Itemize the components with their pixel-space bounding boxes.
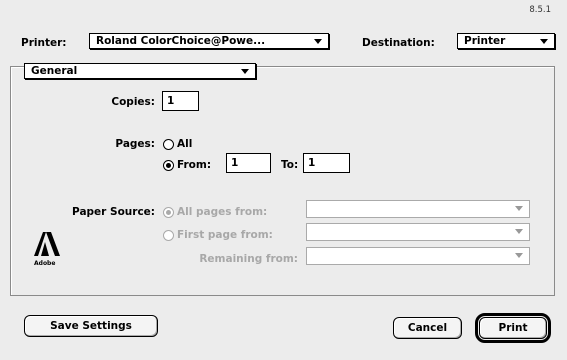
chevron-down-icon bbox=[515, 206, 523, 211]
pages-to-label: To: bbox=[281, 159, 299, 171]
all-pages-popup[interactable] bbox=[306, 200, 530, 218]
chevron-down-icon bbox=[314, 39, 322, 44]
printer-popup-value: Roland ColorChoice@Powe... bbox=[96, 35, 266, 47]
pages-from-field[interactable]: 1 bbox=[226, 153, 271, 173]
pages-all-label: All bbox=[177, 138, 193, 150]
adobe-logo-icon bbox=[34, 232, 60, 256]
cancel-button[interactable]: Cancel bbox=[393, 317, 462, 339]
first-page-popup[interactable] bbox=[306, 223, 530, 241]
destination-popup-value: Printer bbox=[464, 35, 506, 47]
chevron-down-icon bbox=[515, 229, 523, 234]
destination-label: Destination: bbox=[362, 37, 435, 49]
copies-label: Copies: bbox=[111, 96, 155, 108]
all-pages-radio[interactable] bbox=[163, 207, 174, 218]
destination-popup[interactable]: Printer bbox=[457, 33, 555, 49]
pages-from-radio[interactable] bbox=[163, 160, 174, 171]
chevron-down-icon bbox=[540, 39, 548, 44]
pages-label: Pages: bbox=[115, 138, 155, 150]
first-page-label: First page from: bbox=[177, 229, 273, 241]
pages-all-radio[interactable] bbox=[163, 139, 174, 150]
version-label: 8.5.1 bbox=[529, 5, 551, 15]
print-button[interactable]: Print bbox=[475, 313, 551, 343]
all-pages-label: All pages from: bbox=[177, 206, 268, 218]
remaining-popup[interactable] bbox=[306, 247, 530, 265]
adobe-logo-text: Adobe bbox=[34, 260, 56, 267]
chevron-down-icon bbox=[515, 253, 523, 258]
section-popup-value: General bbox=[31, 65, 78, 77]
printer-popup[interactable]: Roland ColorChoice@Powe... bbox=[89, 33, 329, 49]
paper-source-label: Paper Source: bbox=[72, 206, 155, 218]
first-page-radio[interactable] bbox=[163, 230, 174, 241]
section-popup[interactable]: General bbox=[24, 63, 256, 79]
pages-to-field[interactable]: 1 bbox=[303, 153, 350, 173]
remaining-label: Remaining from: bbox=[199, 253, 298, 265]
copies-field[interactable]: 1 bbox=[162, 91, 199, 111]
printer-label: Printer: bbox=[21, 37, 67, 49]
save-settings-button[interactable]: Save Settings bbox=[24, 315, 158, 337]
chevron-down-icon bbox=[241, 69, 249, 74]
pages-from-label: From: bbox=[177, 159, 212, 171]
adobe-logo: Adobe bbox=[34, 232, 70, 267]
